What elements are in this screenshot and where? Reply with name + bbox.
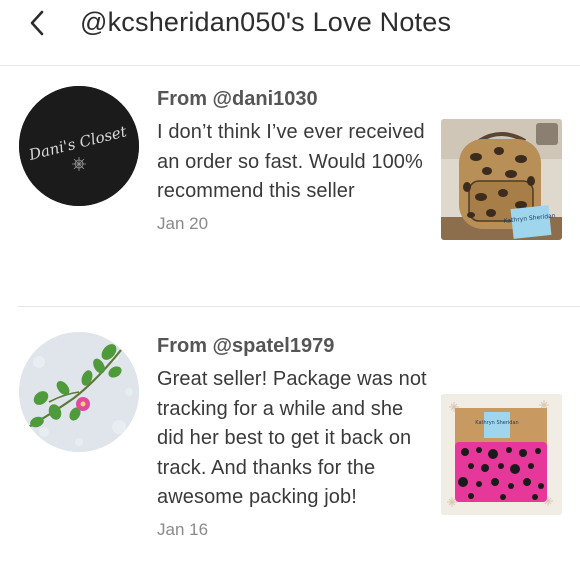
listing-thumbnail[interactable]: Kathryn Sheridan bbox=[441, 394, 562, 515]
page-header: @kcsheridan050's Love Notes bbox=[0, 0, 580, 66]
love-note: Dani's Closet From @dani1030 I don’t thi… bbox=[0, 66, 580, 306]
wallet-image: Kathryn Sheridan bbox=[441, 394, 562, 515]
note-author[interactable]: From @dani1030 bbox=[157, 86, 427, 112]
note-date: Jan 16 bbox=[157, 519, 209, 539]
love-note: From @spatel1979 Great seller! Package w… bbox=[0, 307, 580, 580]
avatar[interactable] bbox=[19, 332, 139, 452]
note-date: Jan 20 bbox=[157, 213, 209, 233]
flower-photo bbox=[19, 332, 139, 452]
dani-closet-logo: Dani's Closet bbox=[19, 86, 139, 206]
note-content: From @dani1030 I don’t think I’ve ever r… bbox=[157, 86, 427, 235]
note-message: I don’t think I’ve ever received an orde… bbox=[157, 121, 425, 202]
thumb-note-text: Kathryn Sheridan bbox=[475, 420, 518, 426]
listing-thumbnail[interactable]: Kathryn Sheridan bbox=[441, 119, 562, 240]
avatar[interactable]: Dani's Closet bbox=[19, 86, 139, 206]
chevron-left-icon bbox=[30, 10, 44, 36]
note-author[interactable]: From @spatel1979 bbox=[157, 333, 427, 359]
page-title: @kcsheridan050's Love Notes bbox=[80, 7, 452, 37]
note-content: From @spatel1979 Great seller! Package w… bbox=[157, 333, 427, 541]
back-button[interactable] bbox=[22, 8, 52, 38]
backpack-image: Kathryn Sheridan bbox=[441, 119, 562, 240]
note-message: Great seller! Package was not tracking f… bbox=[157, 368, 427, 508]
